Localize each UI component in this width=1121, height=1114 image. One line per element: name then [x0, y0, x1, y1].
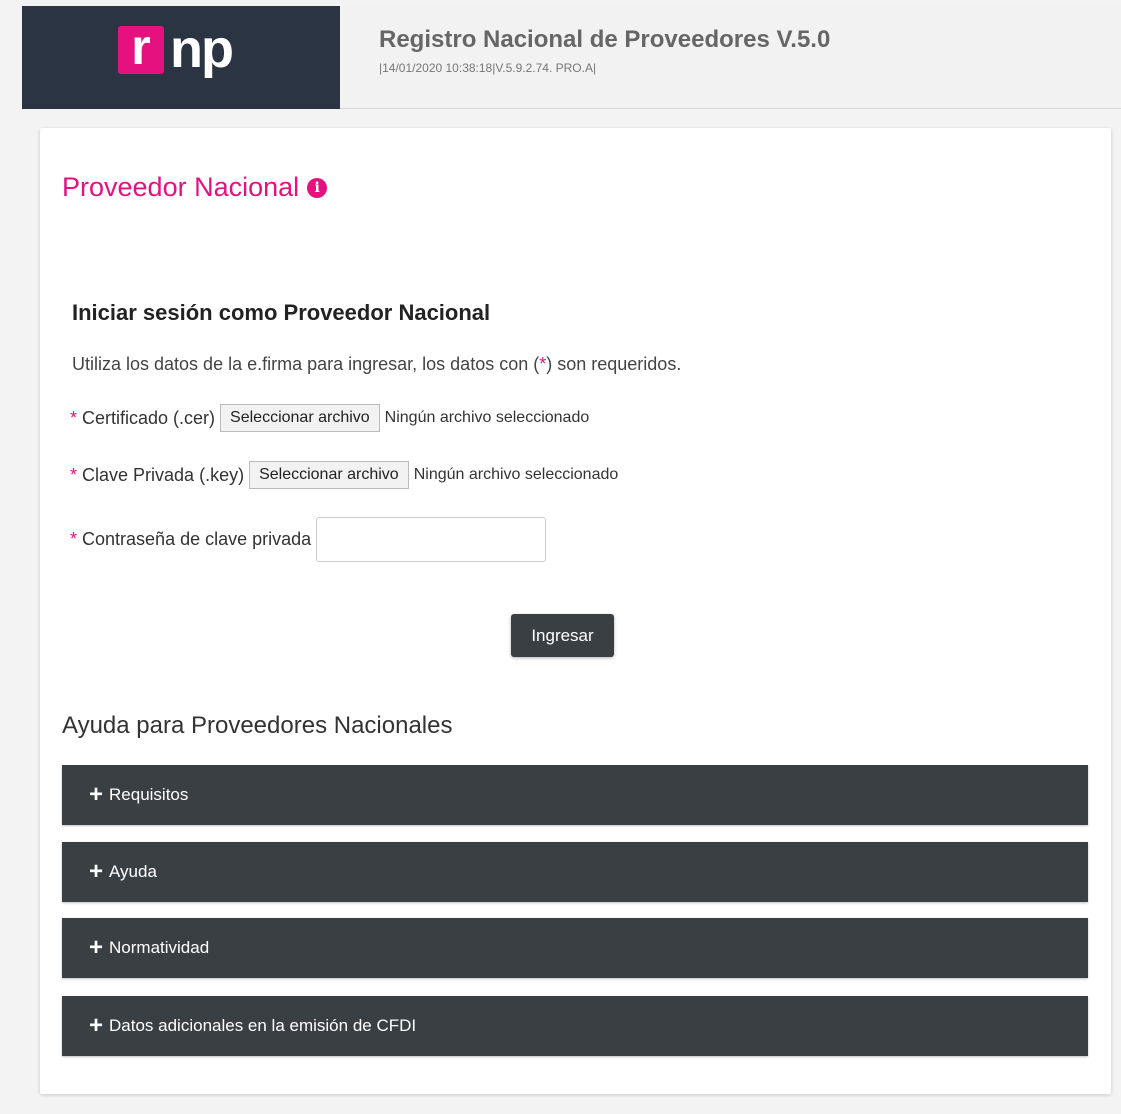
login-card: Proveedor Nacional i Iniciar sesión como…	[40, 128, 1111, 1094]
info-icon[interactable]: i	[307, 177, 328, 198]
submit-button[interactable]: Ingresar	[511, 614, 614, 657]
password-label: Contraseña de clave privada	[82, 529, 312, 549]
login-heading: Iniciar sesión como Proveedor Nacional	[72, 300, 491, 325]
logo-r-mark: r	[118, 22, 164, 74]
accordion-label: Normatividad	[109, 938, 210, 957]
accordion-datos-adicionales-cfdi[interactable]: + Datos adicionales en la emisión de CFD…	[62, 996, 1088, 1056]
private-key-field: * Clave Privada (.key) Seleccionar archi…	[70, 461, 618, 489]
accordion-label: Requisitos	[109, 785, 189, 804]
accordion-requisitos[interactable]: + Requisitos	[62, 765, 1088, 825]
password-field: * Contraseña de clave privada	[70, 517, 547, 562]
certificate-file-status: Ningún archivo seleccionado	[384, 409, 590, 426]
required-mark: *	[70, 407, 78, 428]
desc-before: Utiliza los datos de la e.firma para ing…	[72, 354, 540, 374]
login-description: Utiliza los datos de la e.firma para ing…	[72, 354, 681, 375]
plus-icon: +	[89, 934, 104, 961]
required-mark: *	[70, 464, 78, 485]
plus-icon: +	[89, 858, 104, 885]
required-mark: *	[70, 529, 78, 549]
app-header: r np Registro Nacional de Proveedores V.…	[22, 6, 1121, 109]
private-key-label: Clave Privada (.key)	[82, 464, 245, 485]
accordion-normatividad[interactable]: + Normatividad	[62, 918, 1088, 978]
certificate-label: Certificado (.cer)	[82, 407, 216, 428]
app-title: Registro Nacional de Proveedores V.5.0	[379, 26, 831, 53]
certificate-file-button[interactable]: Seleccionar archivo	[220, 404, 380, 432]
accordion-label: Ayuda	[109, 862, 157, 881]
logo-np-text: np	[170, 19, 234, 79]
accordion-ayuda[interactable]: + Ayuda	[62, 842, 1088, 902]
password-input[interactable]	[316, 517, 547, 562]
logo[interactable]: r np	[22, 6, 340, 109]
private-key-file-status: Ningún archivo seleccionado	[413, 466, 619, 483]
plus-icon: +	[89, 781, 104, 808]
app-build-info: |14/01/2020 10:38:18|V.5.9.2.74. PRO.A|	[379, 61, 597, 75]
page-title: Proveedor Nacional i	[62, 172, 328, 203]
page-title-text: Proveedor Nacional	[62, 172, 300, 202]
certificate-field: * Certificado (.cer) Seleccionar archivo…	[70, 404, 589, 432]
accordion-label: Datos adicionales en la emisión de CFDI	[109, 1016, 417, 1035]
private-key-file-button[interactable]: Seleccionar archivo	[249, 461, 409, 489]
help-heading: Ayuda para Proveedores Nacionales	[62, 712, 453, 739]
plus-icon: +	[89, 1012, 104, 1039]
desc-after: ) son requeridos.	[546, 354, 682, 374]
